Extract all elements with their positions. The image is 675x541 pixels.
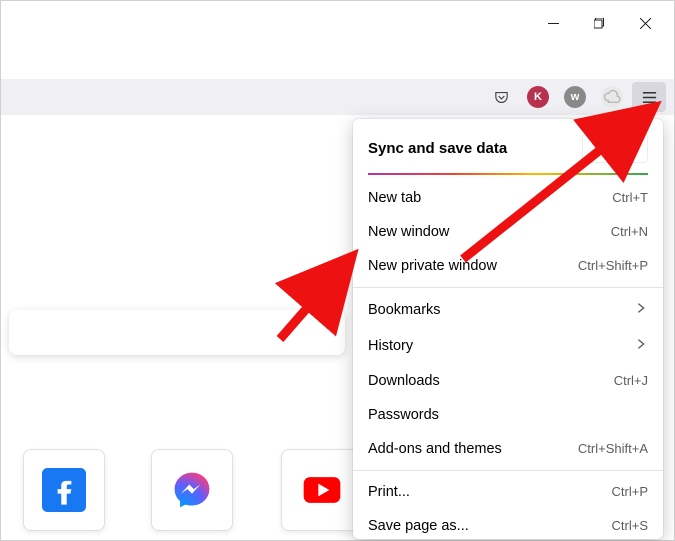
menu-item-save-page-as[interactable]: Save page as... Ctrl+S [353, 509, 663, 540]
menu-item-new-tab[interactable]: New tab Ctrl+T [353, 181, 663, 215]
extension-k-icon[interactable]: K [521, 82, 555, 112]
sign-in-button[interactable]: Sign in [582, 133, 648, 163]
extension-cloud-icon[interactable] [595, 82, 629, 112]
minimize-button[interactable] [530, 9, 576, 37]
menu-item-label: New private window [368, 258, 497, 274]
menu-item-label: Add-ons and themes [368, 441, 502, 457]
menu-item-shortcut: Ctrl+Shift+A [578, 441, 648, 456]
window-controls [530, 9, 668, 37]
browser-toolbar: K w [1, 79, 674, 115]
menu-item-label: Print... [368, 484, 410, 500]
menu-item-label: Downloads [368, 373, 440, 389]
menu-item-label: History [368, 338, 413, 354]
menu-item-shortcut: Ctrl+N [611, 224, 648, 239]
browser-window: K w Sync and save data Sign in New ta [0, 0, 675, 541]
shortcut-messenger[interactable] [151, 449, 233, 531]
menu-item-history[interactable]: History [353, 328, 663, 364]
content-card [9, 310, 345, 355]
menu-item-shortcut: Ctrl+T [612, 190, 648, 205]
menu-separator [353, 287, 663, 288]
menu-item-shortcut: Ctrl+S [612, 518, 648, 533]
menu-item-add-ons-and-themes[interactable]: Add-ons and themes Ctrl+Shift+A [353, 432, 663, 466]
menu-item-downloads[interactable]: Downloads Ctrl+J [353, 364, 663, 398]
hamburger-menu-button[interactable] [632, 82, 666, 112]
menu-header-title: Sync and save data [368, 140, 507, 157]
menu-item-shortcut: Ctrl+P [612, 484, 648, 499]
menu-item-shortcut: Ctrl+J [614, 373, 648, 388]
chevron-right-icon [634, 301, 648, 319]
menu-item-shortcut: Ctrl+Shift+P [578, 258, 648, 273]
menu-item-label: Save page as... [368, 518, 469, 534]
menu-item-label: New window [368, 224, 449, 240]
menu-item-new-window[interactable]: New window Ctrl+N [353, 215, 663, 249]
shortcut-facebook[interactable] [23, 449, 105, 531]
shortcut-youtube[interactable] [281, 449, 363, 531]
menu-separator [353, 470, 663, 471]
menu-item-label: Passwords [368, 407, 439, 423]
menu-item-print[interactable]: Print... Ctrl+P [353, 475, 663, 509]
menu-item-passwords[interactable]: Passwords [353, 398, 663, 432]
menu-item-label: Bookmarks [368, 302, 441, 318]
application-menu: Sync and save data Sign in New tab Ctrl+T… [353, 119, 663, 539]
chevron-right-icon [634, 337, 648, 355]
maximize-button[interactable] [576, 9, 622, 37]
menu-gradient-separator [368, 173, 648, 175]
close-button[interactable] [622, 9, 668, 37]
menu-item-bookmarks[interactable]: Bookmarks [353, 292, 663, 328]
menu-item-new-private-window[interactable]: New private window Ctrl+Shift+P [353, 249, 663, 283]
menu-header: Sync and save data Sign in [353, 119, 663, 173]
menu-body: New tab Ctrl+T New window Ctrl+N New private… [353, 181, 663, 540]
extension-w-icon[interactable]: w [558, 82, 592, 112]
pocket-icon[interactable] [484, 82, 518, 112]
menu-item-label: New tab [368, 190, 421, 206]
